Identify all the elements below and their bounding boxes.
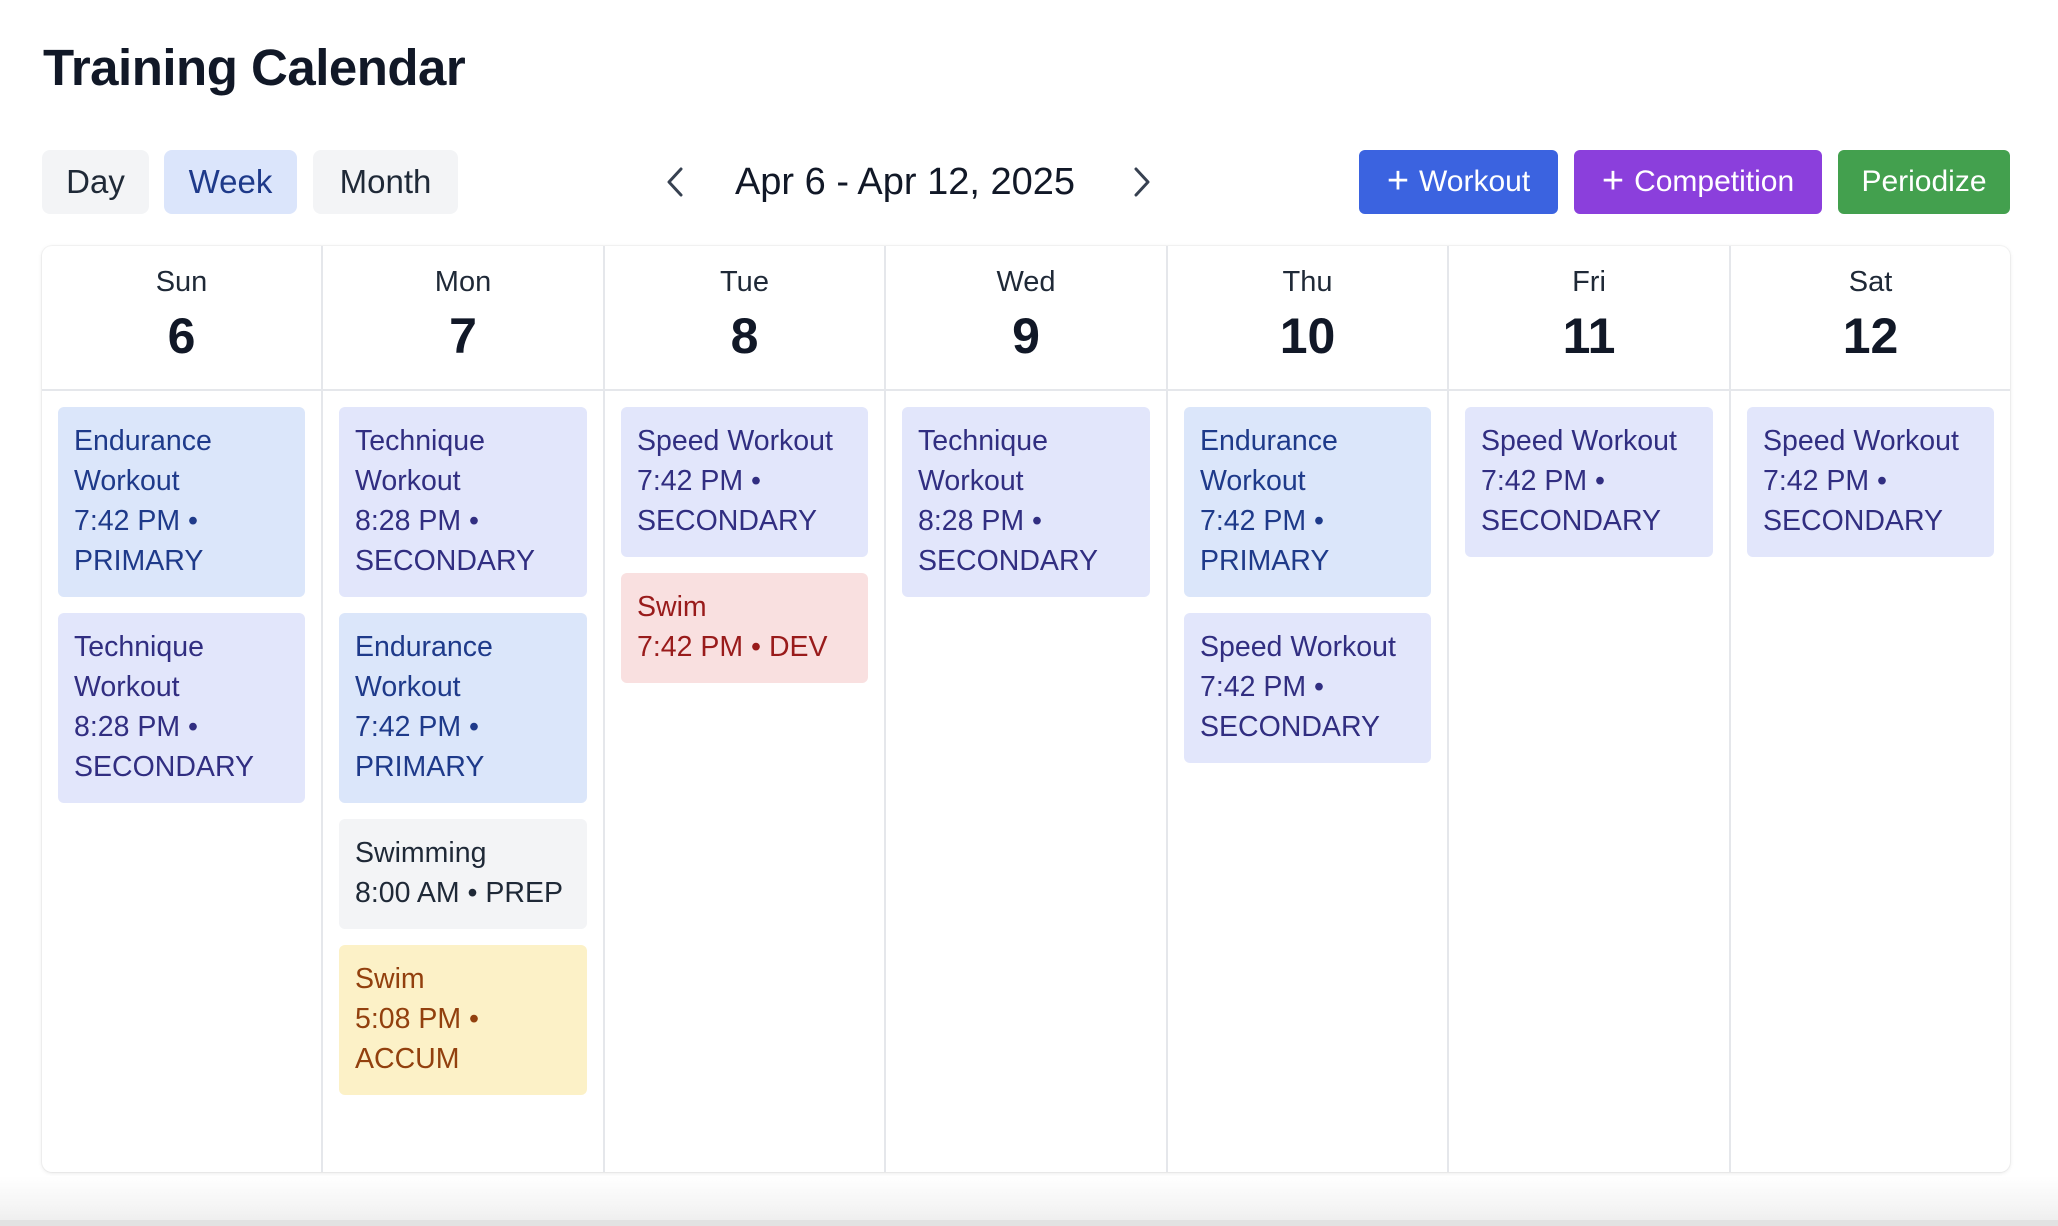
event-title: Swim bbox=[637, 591, 707, 623]
event-title: Endurance Workout bbox=[1200, 425, 1338, 497]
day-number: 12 bbox=[1842, 308, 1899, 364]
day-of-week: Sat bbox=[1848, 266, 1893, 298]
bottom-divider bbox=[0, 1220, 2058, 1226]
day-column-wed[interactable]: Wed 9 Technique Workout 8:28 PM • SECONDARY bbox=[886, 246, 1168, 1172]
page-title: Training Calendar bbox=[43, 39, 466, 96]
view-week-button[interactable]: Week bbox=[164, 150, 297, 214]
event-time-phase: 8:28 PM • SECONDARY bbox=[918, 505, 1099, 577]
event-title: Endurance Workout bbox=[355, 631, 493, 703]
view-week-label: Week bbox=[188, 163, 273, 200]
date-range-label: Apr 6 - Apr 12, 2025 bbox=[734, 160, 1076, 203]
day-number: 7 bbox=[449, 308, 477, 364]
day-column-sun[interactable]: Sun 6 Endurance Workout 7:42 PM • PRIMARY Te… bbox=[42, 246, 323, 1172]
view-day-button[interactable]: Day bbox=[42, 150, 149, 214]
day-events: Technique Workout 8:28 PM • SECONDARY bbox=[886, 391, 1166, 597]
day-events: Speed Workout 7:42 PM • SECONDARY bbox=[1449, 391, 1729, 557]
event-time-phase: 8:00 AM • PREP bbox=[355, 877, 563, 909]
event-title: Speed Workout bbox=[1763, 425, 1959, 457]
day-column-mon[interactable]: Mon 7 Technique Workout 8:28 PM • SECONDARY… bbox=[323, 246, 605, 1172]
day-column-tue[interactable]: Tue 8 Speed Workout 7:42 PM • SECONDARY Swim… bbox=[605, 246, 886, 1172]
day-number: 8 bbox=[730, 308, 759, 364]
event-card[interactable]: Swim 7:42 PM • DEV bbox=[621, 573, 868, 683]
event-title: Swim bbox=[355, 963, 425, 995]
event-card[interactable]: Technique Workout 8:28 PM • SECONDARY bbox=[58, 613, 305, 803]
event-card[interactable]: Endurance Workout 7:42 PM • PRIMARY bbox=[1184, 407, 1431, 597]
day-column-fri[interactable]: Fri 11 Speed Workout 7:42 PM • SECONDARY bbox=[1449, 246, 1731, 1172]
event-title: Swimming bbox=[355, 837, 487, 869]
chevron-left-icon bbox=[667, 167, 683, 197]
event-title: Speed Workout bbox=[1481, 425, 1677, 457]
day-of-week: Thu bbox=[1282, 266, 1333, 298]
event-time-phase: 7:42 PM • PRIMARY bbox=[355, 711, 485, 783]
event-time-phase: 5:08 PM • ACCUM bbox=[355, 1003, 480, 1075]
day-of-week: Tue bbox=[720, 266, 769, 298]
event-card[interactable]: Swim 5:08 PM • ACCUM bbox=[339, 945, 587, 1095]
event-time-phase: 7:42 PM • DEV bbox=[637, 631, 828, 663]
view-month-button[interactable]: Month bbox=[313, 150, 458, 214]
day-of-week: Mon bbox=[434, 266, 492, 298]
day-events: Endurance Workout 7:42 PM • PRIMARY Techni… bbox=[42, 391, 321, 803]
plus-icon: + bbox=[1386, 159, 1410, 202]
event-time-phase: 7:42 PM • PRIMARY bbox=[1200, 505, 1330, 577]
chevron-right-icon bbox=[1134, 167, 1150, 197]
plus-icon: + bbox=[1601, 159, 1625, 202]
event-card[interactable]: Speed Workout 7:42 PM • SECONDARY bbox=[621, 407, 868, 557]
day-header: Mon 7 bbox=[323, 246, 603, 391]
day-number: 9 bbox=[1012, 308, 1040, 364]
prev-week-button[interactable] bbox=[655, 158, 695, 206]
event-card[interactable]: Endurance Workout 7:42 PM • PRIMARY bbox=[339, 613, 587, 803]
periodize-button[interactable]: Periodize bbox=[1838, 150, 2010, 214]
view-day-label: Day bbox=[66, 163, 125, 200]
event-card[interactable]: Swimming 8:00 AM • PREP bbox=[339, 819, 587, 929]
day-number: 10 bbox=[1279, 308, 1336, 364]
periodize-label: Periodize bbox=[1861, 165, 1987, 198]
day-column-thu[interactable]: Thu 10 Endurance Workout 7:42 PM • PRIMARY S… bbox=[1168, 246, 1449, 1172]
event-time-phase: 7:42 PM • SECONDARY bbox=[1481, 465, 1662, 537]
event-title: Technique Workout bbox=[355, 425, 485, 497]
add-workout-button[interactable]: + Workout bbox=[1359, 150, 1558, 214]
event-card[interactable]: Speed Workout 7:42 PM • SECONDARY bbox=[1465, 407, 1713, 557]
event-title: Speed Workout bbox=[637, 425, 833, 457]
add-competition-button[interactable]: + Competition bbox=[1574, 150, 1822, 214]
day-of-week: Sun bbox=[155, 266, 208, 298]
day-number: 11 bbox=[1562, 308, 1616, 364]
add-competition-label: Competition bbox=[1634, 165, 1795, 198]
event-time-phase: 7:42 PM • SECONDARY bbox=[1763, 465, 1944, 537]
view-month-label: Month bbox=[339, 163, 432, 200]
event-title: Technique Workout bbox=[918, 425, 1048, 497]
event-card[interactable]: Technique Workout 8:28 PM • SECONDARY bbox=[339, 407, 587, 597]
day-header: Sat 12 bbox=[1731, 246, 2010, 391]
day-events: Speed Workout 7:42 PM • SECONDARY bbox=[1731, 391, 2010, 557]
bottom-shade bbox=[0, 1176, 2058, 1226]
day-header: Wed 9 bbox=[886, 246, 1166, 391]
event-card[interactable]: Speed Workout 7:42 PM • SECONDARY bbox=[1184, 613, 1431, 763]
training-calendar-page: Training Calendar Day Week Month Apr 6 -… bbox=[0, 0, 2058, 1226]
next-week-button[interactable] bbox=[1122, 158, 1162, 206]
day-events: Speed Workout 7:42 PM • SECONDARY Swim 7:42… bbox=[605, 391, 884, 683]
day-header: Tue 8 bbox=[605, 246, 884, 391]
event-title: Speed Workout bbox=[1200, 631, 1396, 663]
event-title: Technique Workout bbox=[74, 631, 204, 703]
day-column-sat[interactable]: Sat 12 Speed Workout 7:42 PM • SECONDARY bbox=[1731, 246, 2010, 1172]
event-title: Endurance Workout bbox=[74, 425, 212, 497]
day-of-week: Fri bbox=[1572, 266, 1606, 298]
day-header: Thu 10 bbox=[1168, 246, 1447, 391]
event-time-phase: 7:42 PM • SECONDARY bbox=[637, 465, 818, 537]
event-card[interactable]: Speed Workout 7:42 PM • SECONDARY bbox=[1747, 407, 1994, 557]
week-calendar: Sun 6 Endurance Workout 7:42 PM • PRIMARY Te… bbox=[42, 246, 2010, 1172]
day-events: Technique Workout 8:28 PM • SECONDARY Endu… bbox=[323, 391, 603, 1095]
event-card[interactable]: Endurance Workout 7:42 PM • PRIMARY bbox=[58, 407, 305, 597]
day-header: Sun 6 bbox=[42, 246, 321, 391]
event-time-phase: 8:28 PM • SECONDARY bbox=[74, 711, 255, 783]
day-of-week: Wed bbox=[996, 266, 1056, 298]
event-time-phase: 8:28 PM • SECONDARY bbox=[355, 505, 536, 577]
day-header: Fri 11 bbox=[1449, 246, 1729, 391]
event-time-phase: 7:42 PM • SECONDARY bbox=[1200, 671, 1381, 743]
day-events: Endurance Workout 7:42 PM • PRIMARY Speed … bbox=[1168, 391, 1447, 763]
event-time-phase: 7:42 PM • PRIMARY bbox=[74, 505, 204, 577]
day-number: 6 bbox=[167, 308, 196, 364]
event-card[interactable]: Technique Workout 8:28 PM • SECONDARY bbox=[902, 407, 1150, 597]
add-workout-label: Workout bbox=[1419, 165, 1531, 198]
